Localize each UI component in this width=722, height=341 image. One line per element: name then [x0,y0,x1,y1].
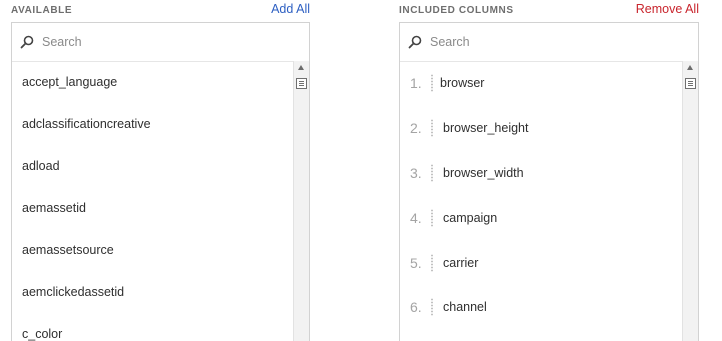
included-row[interactable]: 4. campaign [400,206,683,230]
drag-handle-icon[interactable] [431,74,433,92]
row-number: 3. [410,165,422,181]
search-icon [20,35,34,49]
included-row[interactable]: 1. browser [400,71,683,95]
available-list: accept_language adclassificationcreative… [12,61,294,341]
drag-handle-icon[interactable] [431,164,433,182]
available-search [12,23,309,62]
included-list-box: 1. browser 2. browser_height 3. browser_… [399,22,699,341]
row-number: 2. [410,120,422,136]
column-label: carrier [443,256,479,270]
row-number: 1. [410,75,422,91]
drag-handle-icon[interactable] [431,119,433,137]
included-row[interactable]: 5. carrier [400,251,683,275]
included-header: INCLUDED COLUMNS Remove All [399,0,699,20]
row-number: 4. [410,210,422,226]
scrollbar-thumb[interactable] [296,78,307,89]
included-list: 1. browser 2. browser_height 3. browser_… [400,61,683,341]
drag-handle-icon[interactable] [431,209,433,227]
list-item[interactable]: adload [22,159,60,173]
available-list-box: accept_language adclassificationcreative… [11,22,310,341]
scrollbar-thumb[interactable] [685,78,696,89]
included-row[interactable]: 6. channel [400,295,683,319]
available-scrollbar[interactable] [293,61,309,341]
list-item[interactable]: adclassificationcreative [22,117,151,131]
included-row[interactable]: 3. browser_width [400,161,683,185]
included-panel: INCLUDED COLUMNS Remove All 1. browser 2… [399,0,699,341]
column-label: browser_height [443,121,529,135]
add-all-link[interactable]: Add All [271,2,310,16]
scroll-up-arrow-icon[interactable] [298,65,304,70]
available-search-input[interactable] [42,31,282,53]
scroll-up-arrow-icon[interactable] [687,65,693,70]
included-title: INCLUDED COLUMNS [399,5,514,16]
search-icon [408,35,422,49]
remove-all-link[interactable]: Remove All [636,2,699,16]
column-label: browser [440,76,485,90]
included-search-input[interactable] [430,31,670,53]
row-number: 6. [410,299,422,315]
available-header: AVAILABLE Add All [11,0,310,20]
drag-handle-icon[interactable] [431,298,433,316]
included-scrollbar[interactable] [682,61,698,341]
available-title: AVAILABLE [11,5,73,16]
column-label: browser_width [443,166,524,180]
available-panel: AVAILABLE Add All accept_language adclas… [11,0,310,341]
list-item[interactable]: accept_language [22,75,117,89]
column-label: campaign [443,211,498,225]
list-item[interactable]: aemassetid [22,201,86,215]
row-number: 5. [410,255,422,271]
drag-handle-icon[interactable] [431,254,433,272]
list-item[interactable]: aemclickedassetid [22,285,124,299]
included-row[interactable]: 2. browser_height [400,116,683,140]
list-item[interactable]: aemassetsource [22,243,114,257]
included-search [400,23,698,62]
column-label: channel [443,300,487,314]
